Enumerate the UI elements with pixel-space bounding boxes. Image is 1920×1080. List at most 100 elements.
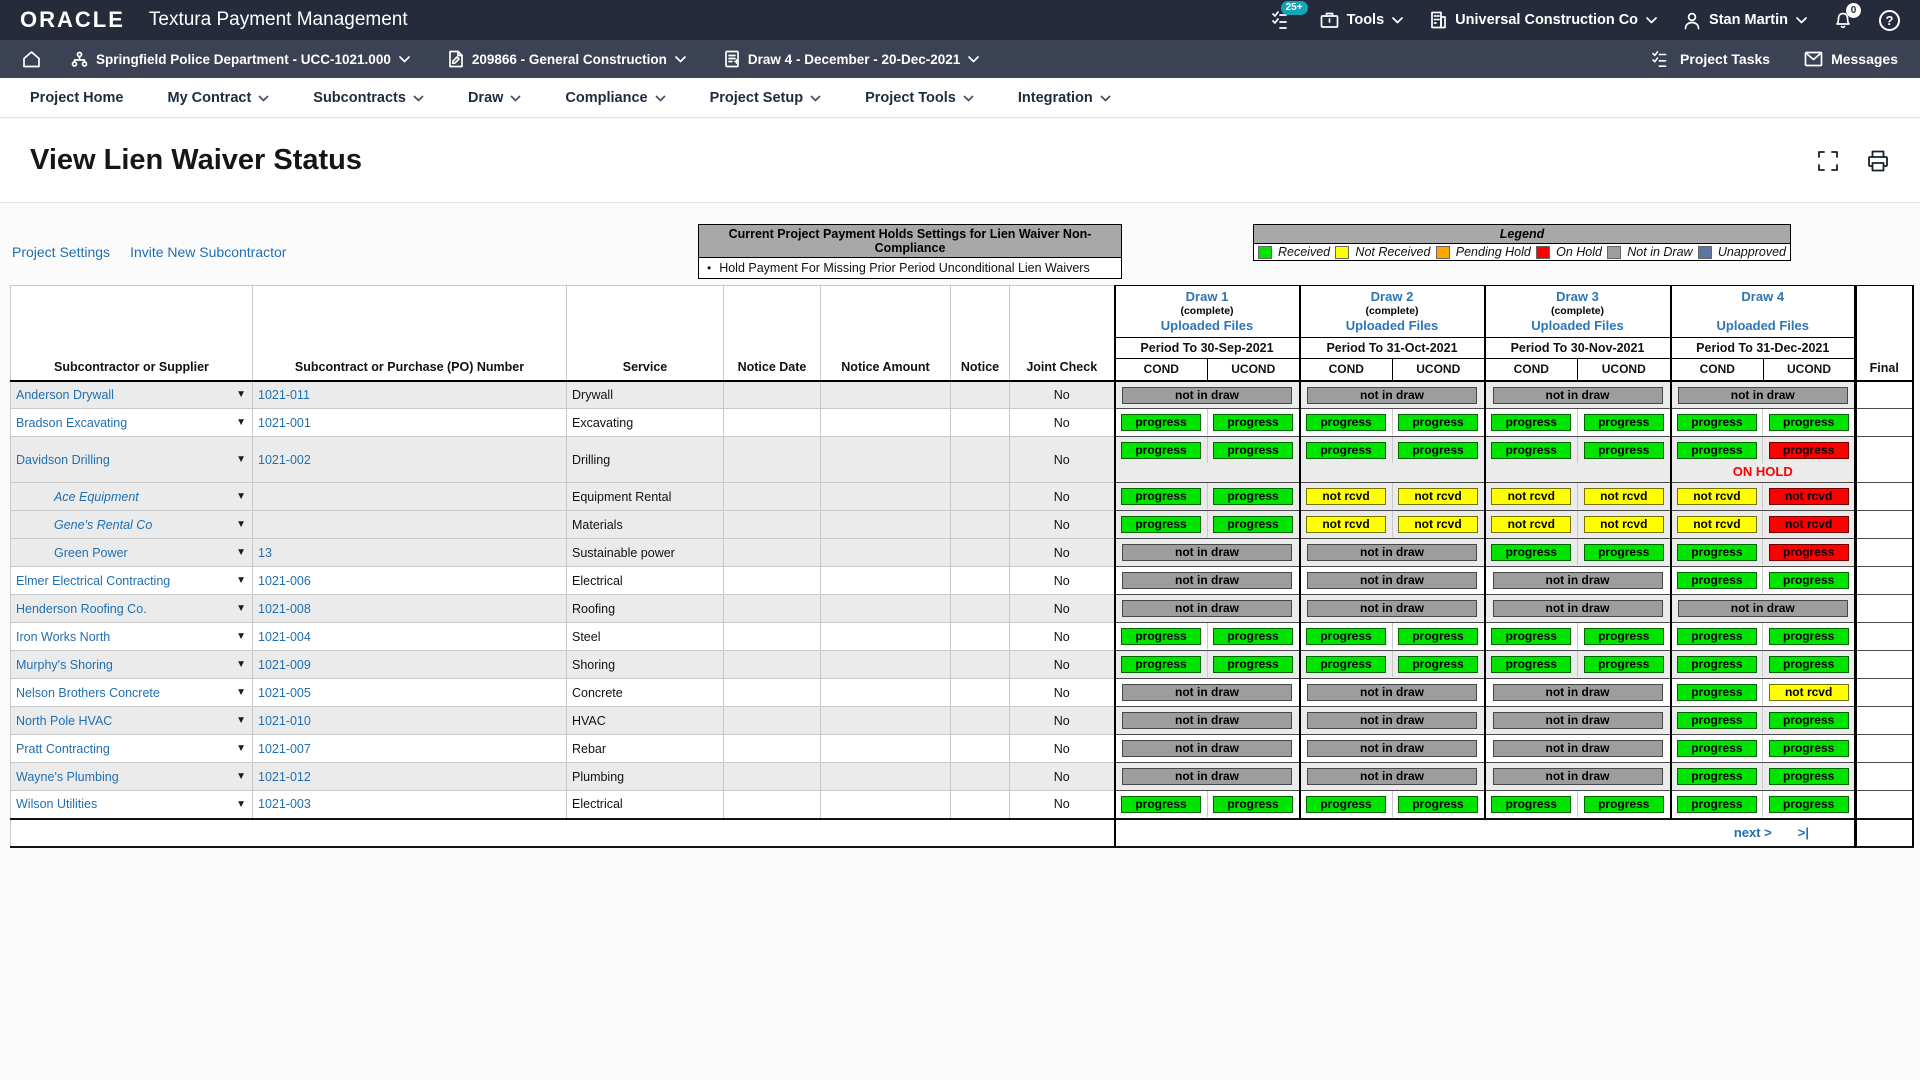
- subcontractor-link[interactable]: Davidson Drilling: [16, 453, 110, 467]
- subcontractor-link[interactable]: Green Power: [16, 546, 128, 560]
- tools-menu[interactable]: Tools: [1320, 11, 1404, 29]
- status-chip: progress: [1398, 796, 1478, 813]
- status-chip: progress: [1213, 656, 1293, 673]
- status-chip: not rcvd: [1769, 684, 1849, 701]
- notice-cell: [951, 679, 1010, 707]
- fullscreen-icon[interactable]: [1816, 149, 1840, 173]
- legend-item: Not Received: [1335, 245, 1430, 259]
- row-dropdown-icon[interactable]: ▼: [236, 389, 246, 400]
- row-dropdown-icon[interactable]: ▼: [236, 519, 246, 530]
- draw-link[interactable]: Draw 3: [1486, 289, 1670, 305]
- nav-item-project-tools[interactable]: Project Tools: [865, 90, 974, 106]
- final-cell: [1856, 567, 1913, 595]
- subcontractor-link[interactable]: Wayne's Plumbing: [16, 770, 119, 784]
- table-row: North Pole HVAC▼1021-010HVACNonot in dra…: [11, 707, 1913, 735]
- contract-selector[interactable]: 209866 - General Construction: [448, 50, 686, 68]
- invite-subcontractor-link[interactable]: Invite New Subcontractor: [130, 244, 286, 260]
- row-dropdown-icon[interactable]: ▼: [236, 771, 246, 782]
- home-button[interactable]: [22, 50, 41, 68]
- nav-item-integration[interactable]: Integration: [1018, 90, 1111, 106]
- service-cell: Shoring: [567, 651, 724, 679]
- row-dropdown-icon[interactable]: ▼: [236, 687, 246, 698]
- po-number-link[interactable]: 1021-003: [258, 797, 311, 811]
- subcontractor-link[interactable]: North Pole HVAC: [16, 714, 112, 728]
- draw-status-cell: not in draw: [1115, 735, 1300, 763]
- row-dropdown-icon[interactable]: ▼: [236, 799, 246, 810]
- subcontractor-link[interactable]: Henderson Roofing Co.: [16, 602, 147, 616]
- last-page-link[interactable]: >|: [1798, 825, 1809, 840]
- uploaded-files-link[interactable]: Uploaded Files: [1486, 317, 1670, 334]
- row-dropdown-icon[interactable]: ▼: [236, 491, 246, 502]
- row-dropdown-icon[interactable]: ▼: [236, 743, 246, 754]
- po-number-link[interactable]: 1021-004: [258, 630, 311, 644]
- row-dropdown-icon[interactable]: ▼: [236, 454, 246, 465]
- row-dropdown-icon[interactable]: ▼: [236, 547, 246, 558]
- draw-link[interactable]: Draw 1: [1116, 289, 1299, 305]
- draw-status-cell: progressprogress: [1115, 791, 1300, 819]
- legend-swatch: [1258, 246, 1272, 259]
- user-menu[interactable]: Stan Martin: [1683, 11, 1807, 30]
- project-selector[interactable]: Springfield Police Department - UCC-1021…: [71, 51, 410, 68]
- table-row: Bradson Excavating▼1021-001ExcavatingNop…: [11, 409, 1913, 437]
- status-chip: not rcvd: [1584, 516, 1664, 533]
- uploaded-files-link[interactable]: Uploaded Files: [1116, 317, 1299, 334]
- global-tasks-button[interactable]: 25+: [1272, 10, 1294, 30]
- draw-link[interactable]: Draw 4: [1672, 289, 1855, 305]
- draw-status-cell: not in draw: [1485, 595, 1671, 623]
- row-dropdown-icon[interactable]: ▼: [236, 575, 246, 586]
- subcontractor-link[interactable]: Iron Works North: [16, 630, 110, 644]
- subcontractor-link[interactable]: Murphy's Shoring: [16, 658, 113, 672]
- subcontractor-link[interactable]: Bradson Excavating: [16, 416, 127, 430]
- legend-item: Received: [1258, 245, 1330, 259]
- organization-menu[interactable]: Universal Construction Co: [1429, 11, 1657, 29]
- po-number-link[interactable]: 1021-006: [258, 574, 311, 588]
- nav-item-subcontracts[interactable]: Subcontracts: [313, 90, 424, 106]
- nav-item-my-contract[interactable]: My Contract: [167, 90, 269, 106]
- po-number-link[interactable]: 1021-005: [258, 686, 311, 700]
- subcontractor-link[interactable]: Anderson Drywall: [16, 388, 114, 402]
- status-chip: progress: [1491, 544, 1571, 561]
- subcontractor-link[interactable]: Ace Equipment: [16, 490, 139, 504]
- nav-item-compliance[interactable]: Compliance: [565, 90, 665, 106]
- subcontractor-link[interactable]: Nelson Brothers Concrete: [16, 686, 160, 700]
- uploaded-files-link[interactable]: Uploaded Files: [1301, 317, 1484, 334]
- po-number-link[interactable]: 1021-007: [258, 742, 311, 756]
- po-number-link[interactable]: 1021-002: [258, 453, 311, 467]
- notice-date-cell: [724, 763, 821, 791]
- po-number-link[interactable]: 1021-001: [258, 416, 311, 430]
- uploaded-files-link[interactable]: Uploaded Files: [1672, 317, 1855, 334]
- draw-link[interactable]: Draw 2: [1301, 289, 1484, 305]
- po-number-link[interactable]: 1021-012: [258, 770, 311, 784]
- column-header: Joint Check: [1010, 286, 1115, 381]
- joint-check-cell: No: [1010, 763, 1115, 791]
- subcontractor-link[interactable]: Elmer Electrical Contracting: [16, 574, 170, 588]
- nav-item-project-home[interactable]: Project Home: [30, 90, 123, 106]
- nav-item-draw[interactable]: Draw: [468, 90, 521, 106]
- row-dropdown-icon[interactable]: ▼: [236, 631, 246, 642]
- help-button[interactable]: ?: [1879, 10, 1900, 31]
- project-tasks-button[interactable]: Project Tasks: [1652, 50, 1770, 68]
- po-number-link[interactable]: 1021-008: [258, 602, 311, 616]
- notice-cell: [951, 483, 1010, 511]
- messages-button[interactable]: Messages: [1804, 51, 1898, 67]
- po-number-link[interactable]: 1021-009: [258, 658, 311, 672]
- draw-selector[interactable]: Draw 4 - December - 20-Dec-2021: [724, 50, 979, 68]
- po-number-link[interactable]: 1021-010: [258, 714, 311, 728]
- notifications-button[interactable]: 0: [1833, 10, 1853, 30]
- po-number-link[interactable]: 13: [258, 546, 272, 560]
- project-settings-link[interactable]: Project Settings: [12, 244, 110, 260]
- subcontractor-link[interactable]: Gene's Rental Co: [16, 518, 152, 532]
- subcontractor-link[interactable]: Wilson Utilities: [16, 797, 97, 811]
- row-dropdown-icon[interactable]: ▼: [236, 715, 246, 726]
- print-icon[interactable]: [1866, 149, 1890, 173]
- row-dropdown-icon[interactable]: ▼: [236, 603, 246, 614]
- row-dropdown-icon[interactable]: ▼: [236, 659, 246, 670]
- po-number-link[interactable]: 1021-011: [258, 388, 310, 402]
- subcontractor-link[interactable]: Pratt Contracting: [16, 742, 110, 756]
- next-page-link[interactable]: next >: [1734, 825, 1772, 840]
- nav-item-project-setup[interactable]: Project Setup: [710, 90, 821, 106]
- status-chip: not rcvd: [1306, 516, 1386, 533]
- status-chip: not in draw: [1122, 544, 1292, 561]
- row-dropdown-icon[interactable]: ▼: [236, 417, 246, 428]
- legend-header: Legend: [1254, 225, 1790, 244]
